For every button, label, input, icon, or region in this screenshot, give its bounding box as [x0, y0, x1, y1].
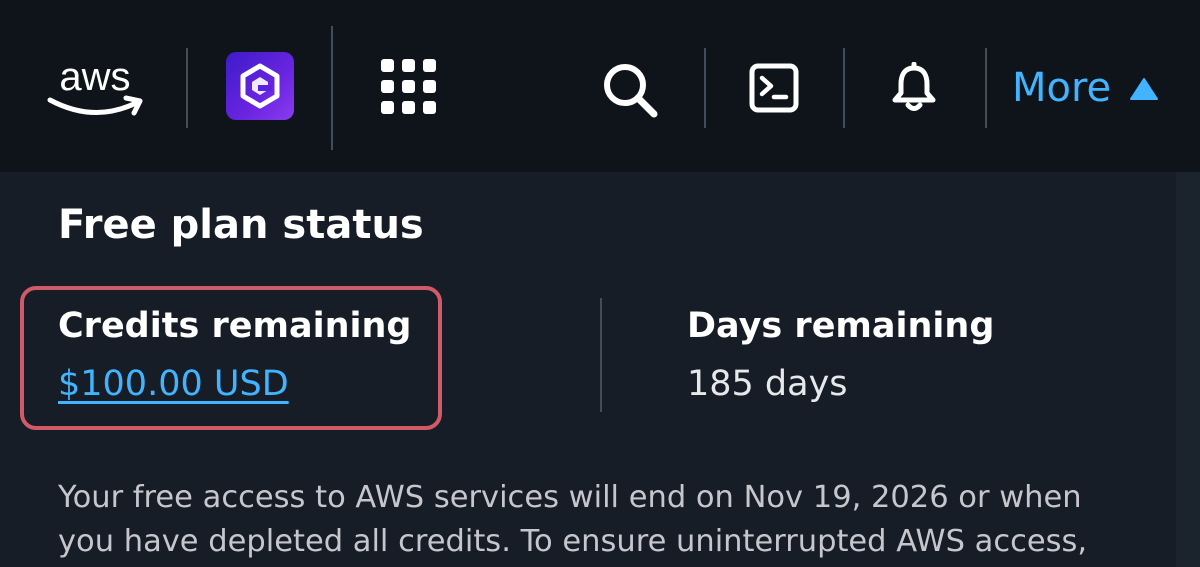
nav-divider [985, 48, 987, 128]
bell-icon[interactable] [886, 60, 942, 116]
cloudshell-icon[interactable] [748, 62, 800, 114]
caret-up-icon [1129, 65, 1159, 111]
nav-divider [186, 48, 188, 128]
stats-divider [600, 298, 602, 412]
search-icon[interactable] [598, 58, 662, 122]
aws-logo-text: aws [59, 55, 130, 99]
aws-logo[interactable]: aws [40, 50, 150, 125]
nav-divider [843, 48, 845, 128]
credits-remaining-link[interactable]: $100.00 USD [58, 364, 289, 404]
days-remaining-label: Days remaining [687, 306, 995, 346]
app-icon[interactable] [226, 52, 294, 120]
free-plan-title: Free plan status [58, 202, 424, 248]
scrollbar-track[interactable] [1176, 172, 1200, 567]
free-plan-panel: Free plan status Credits remaining $100.… [0, 172, 1200, 567]
more-menu-label: More [1012, 65, 1112, 111]
nav-divider [331, 26, 333, 150]
more-menu-button[interactable]: More [1012, 62, 1159, 114]
top-navigation-bar: aws More [0, 0, 1200, 172]
services-grid-icon[interactable] [374, 52, 444, 122]
free-access-notice: Your free access to AWS services will en… [58, 480, 1088, 559]
credits-remaining-label: Credits remaining [58, 306, 412, 346]
nav-divider [704, 48, 706, 128]
days-remaining-value: 185 days [687, 364, 848, 404]
